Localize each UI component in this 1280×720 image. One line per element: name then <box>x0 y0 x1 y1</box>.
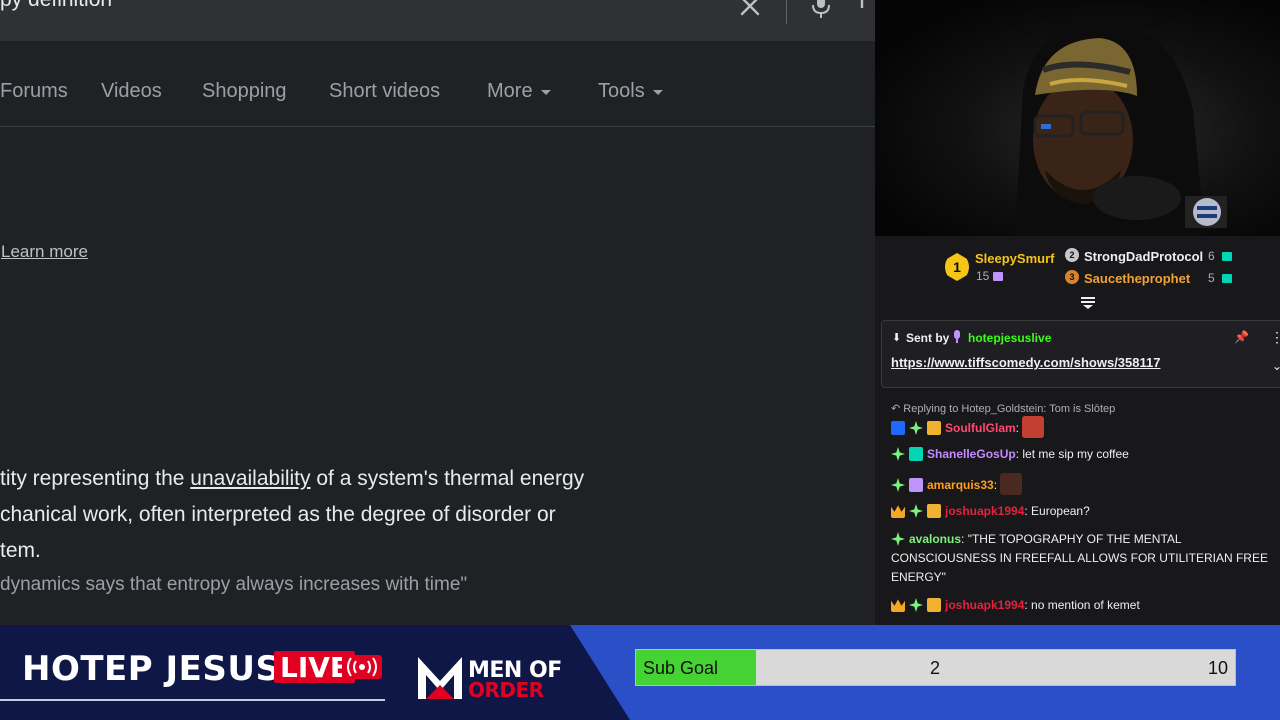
broadcast-icon <box>342 655 382 679</box>
pinned-message: ⬇ Sent by hotepjesuslive https://www.tif… <box>881 320 1280 388</box>
star-badge-icon <box>909 598 923 612</box>
chat-username[interactable]: amarquis33 <box>927 478 994 492</box>
tab-forums[interactable]: Forums <box>0 80 68 103</box>
stream-banner: HOTEP JESUS LIVE MEN OF ORDER Sub Goal 2… <box>0 625 1280 720</box>
definition-line-1: tity representing the unavailability of … <box>0 467 584 491</box>
star-badge-icon <box>909 504 923 518</box>
gift-icon <box>1222 252 1232 261</box>
tab-shopping[interactable]: Shopping <box>202 80 287 103</box>
definition-example: dynamics says that entropy always increa… <box>0 574 468 595</box>
tab-label: Shopping <box>202 80 287 102</box>
verified-badge-icon <box>891 421 905 435</box>
leaderboard-third-count: 5 <box>1208 271 1215 285</box>
search-bar[interactable]: py definition <box>0 0 875 41</box>
gift-badge-icon <box>927 504 941 518</box>
tab-short-videos[interactable]: Short videos <box>329 80 440 103</box>
rank-3-badge: 3 <box>1065 270 1079 284</box>
rank-2-badge: 2 <box>1065 248 1079 262</box>
chevron-down-icon[interactable]: ⌄ <box>1272 359 1280 373</box>
chat-message: ShanelleGosUp: let me sip my coffee <box>891 445 1271 464</box>
tab-tools[interactable]: Tools <box>598 80 663 103</box>
chat-panel: 1 SleepySmurf 15 2 StrongDadProtocol 6 3… <box>875 236 1280 625</box>
camera-search-icon[interactable] <box>860 0 875 20</box>
star-badge-icon <box>909 421 923 435</box>
tab-videos[interactable]: Videos <box>101 80 162 103</box>
pinned-sent-by-label: Sent by <box>906 331 950 345</box>
close-icon[interactable] <box>736 0 764 20</box>
gift-icon <box>1222 274 1232 283</box>
chat-text: European? <box>1031 504 1090 518</box>
gift-badge-icon <box>909 447 923 461</box>
tab-label: Forums <box>0 80 68 102</box>
crown-badge-icon <box>891 599 905 612</box>
chat-text: no mention of kemet <box>1031 598 1140 612</box>
chat-username[interactable]: joshuapk1994 <box>945 504 1024 518</box>
sub-goal-bar: Sub Goal 2 10 <box>635 649 1236 686</box>
star-badge-icon <box>891 447 905 461</box>
gift-badge-icon <box>909 478 923 492</box>
collapse-leaderboard-icon[interactable] <box>1080 296 1096 310</box>
definition-line-3: tem. <box>0 539 41 562</box>
leaderboard-second-count: 6 <box>1208 249 1215 263</box>
chat-username[interactable]: joshuapk1994 <box>945 598 1024 612</box>
leaderboard-first-name[interactable]: SleepySmurf <box>975 251 1054 266</box>
emote-icon <box>1022 416 1045 438</box>
broadcaster-mic-icon <box>954 330 960 343</box>
chat-message: joshuapk1994: European? <box>891 502 1271 521</box>
banner-underline <box>0 699 385 701</box>
rank-1-badge: 1 <box>945 253 969 281</box>
crown-badge-icon <box>891 505 905 518</box>
definition-link[interactable]: unavailability <box>190 467 310 490</box>
sub-goal-label: Sub Goal <box>643 658 719 678</box>
chat-message: avalonus: "THE TOPOGRAPHY OF THE MENTAL … <box>891 532 1268 584</box>
unpin-icon[interactable]: 📌 <box>1234 330 1249 344</box>
caret-down-icon <box>652 90 663 95</box>
reply-context-text: Replying to Hotep_Goldstein: Tom is Slōt… <box>903 403 1116 415</box>
tab-label: Videos <box>101 80 162 102</box>
chat-message: SoulfulGlam: <box>891 416 1271 438</box>
webcam-feed <box>875 0 1280 236</box>
gift-badge-icon <box>927 598 941 612</box>
gift-icon <box>993 272 1003 281</box>
more-options-icon[interactable]: ⋮ <box>1270 329 1280 346</box>
emote-icon <box>1000 473 1023 495</box>
chat-username[interactable]: ShanelleGosUp <box>927 447 1016 461</box>
tab-label: More <box>487 80 533 102</box>
learn-more-link[interactable]: Learn more <box>1 242 88 262</box>
pinned-username[interactable]: hotepjesuslive <box>968 331 1051 345</box>
tab-label: Short videos <box>329 80 441 102</box>
star-badge-icon <box>891 532 905 546</box>
leaderboard-second-name[interactable]: StrongDadProtocol <box>1084 249 1203 264</box>
banner-title: HOTEP JESUS <box>22 649 281 689</box>
chat-message: amarquis33: <box>891 473 1271 495</box>
tab-label: Tools <box>598 80 645 102</box>
search-results-panel: py definition Forums Videos Shopping Sho… <box>0 0 875 625</box>
reply-context: ↶ Replying to Hotep_Goldstein: Tom is Sl… <box>891 403 1116 415</box>
chat-text: let me sip my coffee <box>1022 447 1129 461</box>
tab-more[interactable]: More <box>487 80 551 103</box>
microphone-icon[interactable] <box>808 0 834 20</box>
pinned-link[interactable]: https://www.tiffscomedy.com/shows/358117 <box>891 355 1160 370</box>
sub-goal-target: 10 <box>1207 658 1228 678</box>
search-bar-divider <box>786 0 787 24</box>
gift-leaderboard: 1 SleepySmurf 15 2 StrongDadProtocol 6 3… <box>875 236 1280 309</box>
streamer-webcam-image <box>1015 22 1227 236</box>
leaderboard-third-name[interactable]: Saucetheprophet <box>1084 271 1190 286</box>
caret-down-icon <box>540 90 551 95</box>
brand-name-line-2: ORDER <box>468 678 544 702</box>
gift-badge-icon <box>927 421 941 435</box>
definition-text: tity representing the <box>0 467 191 490</box>
chat-message: joshuapk1994: no mention of kemet <box>891 596 1271 615</box>
leaderboard-first-count: 15 <box>976 269 990 283</box>
definition-text: of a system's thermal energy <box>310 467 585 490</box>
star-badge-icon <box>891 478 905 492</box>
sub-goal-current: 2 <box>930 658 941 678</box>
chat-username[interactable]: avalonus <box>909 532 961 546</box>
chat-username[interactable]: SoulfulGlam <box>945 421 1016 435</box>
search-input[interactable]: py definition <box>0 0 112 12</box>
men-of-order-logo-icon <box>418 657 462 699</box>
tabs-divider <box>0 126 875 127</box>
pin-icon: ⬇ <box>892 332 902 344</box>
definition-line-2: chanical work, often interpreted as the … <box>0 503 556 526</box>
